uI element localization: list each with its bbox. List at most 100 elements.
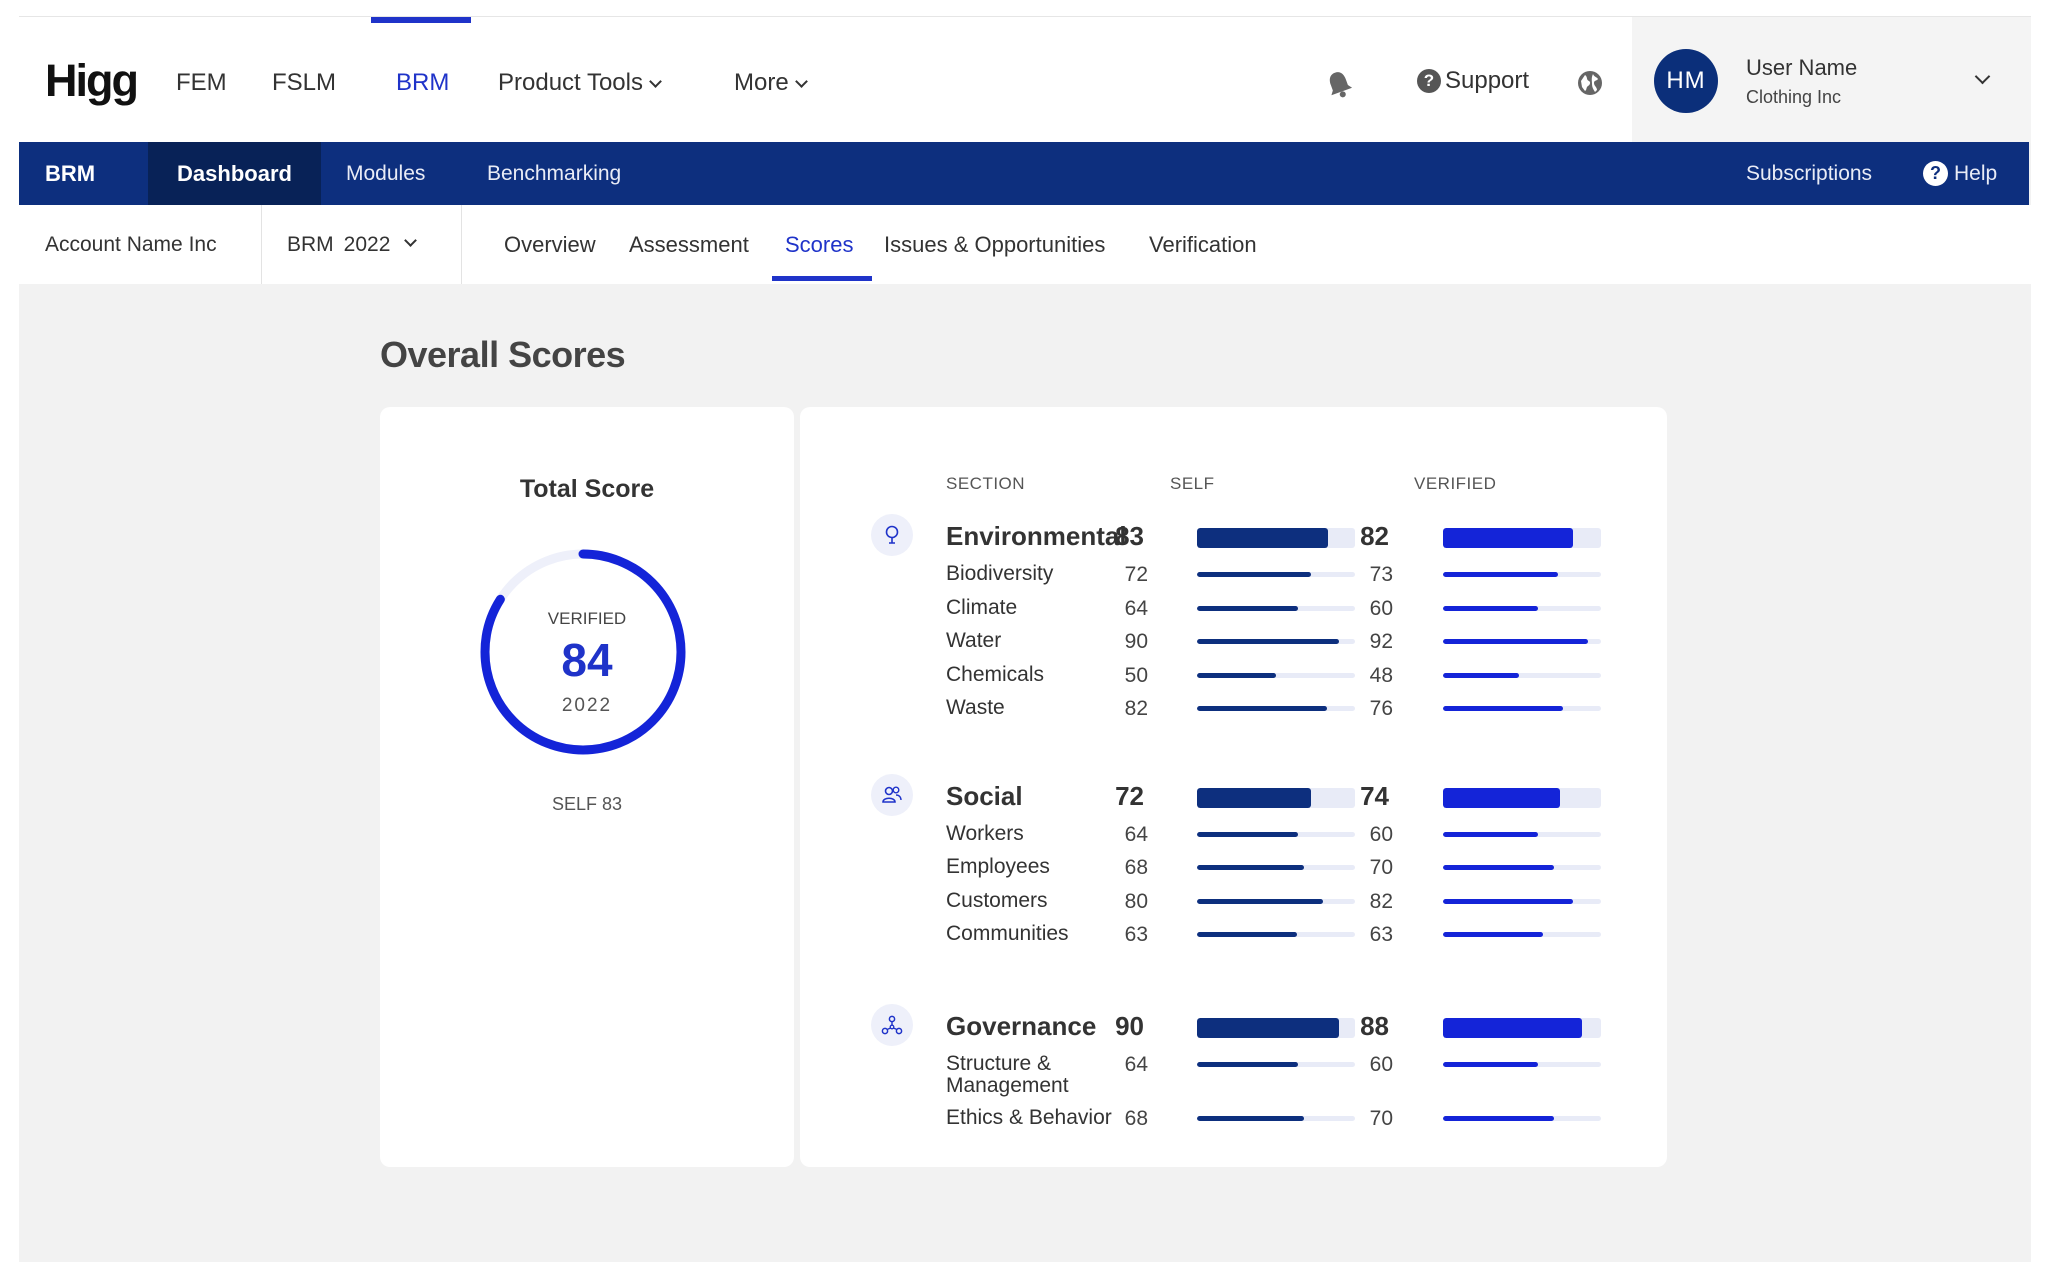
section-icon-wrap [871, 514, 913, 556]
user-menu[interactable]: HM User Name Clothing Inc [1632, 17, 2031, 143]
subsection-verified-bar [1443, 605, 1538, 611]
subsection-self-score: 82 [1124, 697, 1148, 720]
subsection-self-bar [1197, 1061, 1299, 1067]
subsection-verified-score: 70 [1369, 1106, 1393, 1130]
subsection-verified-score: 82 [1369, 889, 1393, 913]
section-verified-bar [1443, 528, 1573, 548]
section-name: Social [946, 780, 1023, 811]
nav-link-more[interactable]: More [734, 69, 808, 97]
active-tab-indicator [772, 276, 872, 281]
section-self-score: 83 [1115, 521, 1144, 551]
tab-benchmarking[interactable]: Benchmarking [487, 142, 621, 205]
nav-link-product-tools[interactable]: Product Tools [498, 69, 662, 97]
module-label: BRM [45, 160, 96, 186]
subsection-verified-bar [1443, 639, 1589, 644]
subsection-self-bar [1197, 932, 1297, 937]
module-navigation: BRM Dashboard Modules Benchmarking Subsc… [19, 142, 2029, 205]
chevron-down-icon[interactable] [1974, 68, 1991, 85]
subsection-verified-score: 60 [1369, 822, 1393, 846]
subsection-verified-score: 60 [1369, 1052, 1393, 1076]
page-title: Overall Scores [380, 334, 626, 375]
subscriptions-link[interactable]: Subscriptions [1746, 142, 1872, 205]
subsection-self-score: 63 [1124, 923, 1148, 946]
section-icon-wrap [871, 1003, 913, 1046]
section-self-bar-track [1197, 787, 1355, 808]
subsection-self-bar [1197, 605, 1299, 611]
support-label: Support [1445, 67, 1530, 94]
section-scores-card: SECTION SELF VERIFIED Environmental 83 82 B… [800, 407, 1667, 1167]
nav-link-fem[interactable]: FEM [176, 69, 227, 97]
subsection-verified-bar-track [1443, 706, 1601, 711]
subsection-verified-bar-track [1443, 1061, 1601, 1067]
subsection-self-bar-track [1197, 1115, 1355, 1121]
subsection-verified-bar [1443, 898, 1573, 904]
subsection-verified-score: 60 [1369, 596, 1393, 620]
subsection-verified-bar-track [1443, 1115, 1601, 1121]
subsection-self-bar-track [1197, 865, 1355, 870]
avatar: HM [1654, 49, 1718, 113]
nav-link-more-label: More [734, 69, 789, 96]
ring-year: 2022 [561, 695, 613, 716]
top-navigation: Higg FEM FSLM BRM Product Tools More ? S… [19, 16, 2031, 143]
support-link[interactable]: ? Support [1417, 67, 1529, 95]
selector-year: 2022 [343, 232, 391, 256]
subsection-verified-bar [1443, 831, 1538, 837]
section-self-score: 72 [1115, 780, 1144, 811]
section-self-bar-track [1197, 528, 1355, 548]
help-circle-icon: ? [1923, 161, 1948, 186]
self-score-label: SELF 83 [551, 794, 623, 814]
nav-link-brm[interactable]: BRM [396, 69, 449, 97]
subsection-verified-bar [1443, 1061, 1538, 1067]
section-self-bar [1197, 1017, 1340, 1038]
tab-dashboard[interactable]: Dashboard [148, 142, 321, 205]
subsection-verified-bar [1443, 672, 1519, 678]
subsection-verified-bar-track [1443, 898, 1601, 904]
tab-overview[interactable]: Overview [504, 205, 596, 284]
subsection-self-bar-track [1197, 932, 1355, 937]
tab-assessment[interactable]: Assessment [629, 205, 749, 284]
chevron-down-icon [794, 75, 808, 88]
higg-logo[interactable]: Higg [45, 55, 139, 107]
people-icon [882, 786, 902, 803]
subsection-verified-bar [1443, 706, 1564, 711]
subsection-self-score: 64 [1124, 1052, 1148, 1076]
section-verified-bar [1443, 787, 1560, 808]
column-header-self: SELF [1170, 474, 1215, 493]
nav-link-fslm[interactable]: FSLM [272, 69, 336, 97]
module-year-selector[interactable]: BRM 2022 [287, 205, 418, 284]
tab-scores[interactable]: Scores [785, 205, 853, 284]
help-link[interactable]: ? Help [1923, 142, 1997, 205]
subsection-verified-bar-track [1443, 639, 1601, 644]
chevron-down-icon [404, 234, 418, 247]
subsection-self-bar-track [1197, 831, 1355, 837]
notification-bell-icon[interactable] [1325, 69, 1353, 99]
subsection-self-score: 68 [1124, 1106, 1148, 1130]
subsection-self-bar [1197, 865, 1305, 870]
subsection-self-score: 64 [1124, 822, 1148, 846]
network-icon [881, 1015, 903, 1034]
subsection-self-bar [1197, 898, 1324, 904]
section-verified-score: 82 [1360, 521, 1389, 551]
total-score-card: Total Score VERIFIED 84 2022 SELF 83 [380, 407, 794, 1167]
tab-issues-opportunities[interactable]: Issues & Opportunities [884, 205, 1105, 284]
subsection-self-bar [1197, 1115, 1305, 1121]
subsection-self-score: 72 [1124, 563, 1148, 586]
subsection-self-bar [1197, 672, 1276, 678]
selector-module: BRM [287, 232, 334, 256]
subsection-verified-score: 70 [1369, 856, 1393, 879]
subsection-self-score: 50 [1124, 663, 1148, 687]
ring-verified-label: VERIFIED [547, 609, 627, 628]
globe-icon[interactable] [1576, 69, 1604, 97]
subsection-verified-bar-track [1443, 572, 1601, 577]
column-header-verified: VERIFIED [1414, 474, 1497, 493]
tab-modules[interactable]: Modules [346, 142, 425, 205]
subsection-self-bar-track [1197, 706, 1355, 711]
subsection-self-bar-track [1197, 605, 1355, 611]
section-verified-bar-track [1443, 528, 1601, 548]
subsection-self-score: 80 [1124, 889, 1148, 913]
tab-verification[interactable]: Verification [1149, 205, 1257, 284]
subsection-verified-bar-track [1443, 605, 1601, 611]
subsection-self-score: 90 [1124, 630, 1148, 653]
section-verified-score: 74 [1360, 780, 1389, 811]
subsection-self-bar [1197, 706, 1327, 711]
